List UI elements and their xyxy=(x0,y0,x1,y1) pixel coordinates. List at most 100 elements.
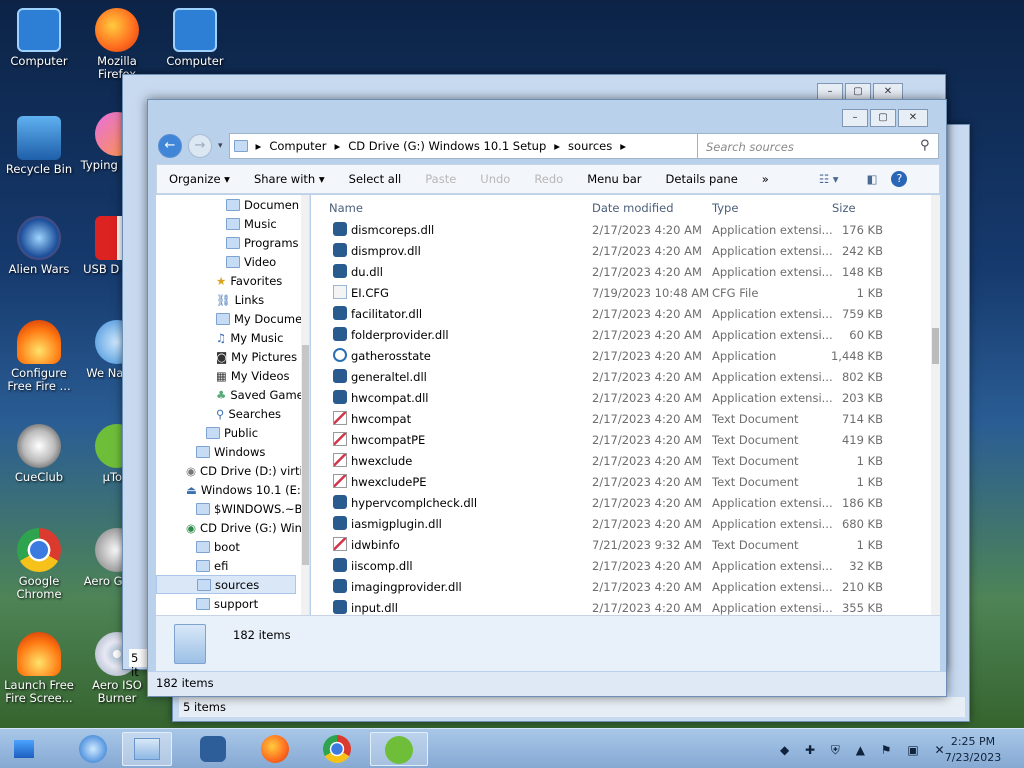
table-row[interactable]: hwcompatPE 2/17/2023 4:20 AM Text Document… xyxy=(311,429,923,450)
table-row[interactable]: EI.CFG 7/19/2023 10:48 AM CFG File 1 KB xyxy=(311,282,923,303)
table-row[interactable]: idwbinfo 7/21/2023 9:32 AM Text Document 1 … xyxy=(311,534,923,555)
table-row[interactable]: iiscomp.dll 2/17/2023 4:20 AM Application … xyxy=(311,555,923,576)
taskbar-chrome[interactable] xyxy=(312,732,362,766)
tray-icons[interactable]: ◆ ✚ ⛨ ▲ ⚑ ▣ ✕ xyxy=(780,743,951,758)
desktop-icon-firefox[interactable]: Mozilla Firefox xyxy=(78,8,156,81)
taskbar-file-explorer[interactable] xyxy=(122,732,172,766)
table-row[interactable]: hypervcomplcheck.dll 2/17/2023 4:20 AM App… xyxy=(311,492,923,513)
clock-date[interactable]: 7/23/2023 xyxy=(938,751,1008,764)
address-bar[interactable]: ▸ Computer ▸ CD Drive (G:) Windows 10.1 … xyxy=(228,133,750,159)
view-options-icon[interactable]: ☷ ▾ xyxy=(807,172,851,186)
search-input[interactable]: Search sources xyxy=(697,133,939,159)
tree-item-my-documents[interactable]: My Docume xyxy=(216,309,302,328)
breadcrumb-separator-icon[interactable]: ▸ xyxy=(620,139,626,153)
file-name: generaltel.dll xyxy=(351,370,427,384)
tree-scrollbar[interactable] xyxy=(301,195,309,615)
tree-item-my-videos[interactable]: ▦ My Videos xyxy=(216,366,289,385)
table-row[interactable]: dismcoreps.dll 2/17/2023 4:20 AM Applicati… xyxy=(311,219,923,240)
tree-item-windows-bt[interactable]: $WINDOWS.~B xyxy=(196,499,302,518)
table-row[interactable]: imagingprovider.dll 2/17/2023 4:20 AM Appl… xyxy=(311,576,923,597)
breadcrumb-cd-drive[interactable]: CD Drive (G:) Windows 10.1 Setup xyxy=(348,139,546,153)
file-list-scrollbar[interactable] xyxy=(931,195,940,615)
desktop-icon-cueclub[interactable]: CueClub xyxy=(0,424,78,484)
tree-item-saved-games[interactable]: ♣ Saved Game xyxy=(216,385,304,404)
table-row[interactable]: dismprov.dll 2/17/2023 4:20 AM Application… xyxy=(311,240,923,261)
paste-button[interactable]: Paste xyxy=(413,172,468,186)
column-date-modified[interactable]: Date modified xyxy=(592,201,674,215)
help-icon[interactable]: ? xyxy=(891,171,908,187)
desktop-icon-launch-free-fire[interactable]: Launch Free Fire Scree... xyxy=(0,632,78,705)
tree-item-cd-drive-g[interactable]: ◉ CD Drive (G:) Win xyxy=(186,518,302,537)
table-row[interactable]: hwexcludePE 2/17/2023 4:20 AM Text Documen… xyxy=(311,471,923,492)
details-pane-button[interactable]: Details pane xyxy=(654,172,750,186)
breadcrumb-separator-icon[interactable]: ▸ xyxy=(554,139,560,153)
redo-button[interactable]: Redo xyxy=(522,172,575,186)
tree-item-video[interactable]: Video xyxy=(226,252,276,271)
clock-time[interactable]: 2:25 PM xyxy=(938,735,1008,748)
explorer-window[interactable]: – ▢ ✕ ← → ▾ ▸ Computer ▸ CD Drive (G:) Win… xyxy=(147,99,947,697)
desktop-icon-configure-free-fire[interactable]: Configure Free Fire ... xyxy=(0,320,78,393)
table-row[interactable]: hwcompat 2/17/2023 4:20 AM Text Document 71… xyxy=(311,408,923,429)
table-row[interactable]: iasmigplugin.dll 2/17/2023 4:20 AM Applica… xyxy=(311,513,923,534)
more-commands-button[interactable]: » xyxy=(750,172,781,186)
tree-item-searches[interactable]: ⚲ Searches xyxy=(216,404,281,423)
organize-button[interactable]: Organize ▾ xyxy=(157,172,242,186)
navigation-tree[interactable]: Documen Music Programs Video ★ Favorites … xyxy=(156,195,310,615)
tree-item-links[interactable]: ⛓ Links xyxy=(216,290,264,309)
desktop-icon-alien-wars[interactable]: Alien Wars xyxy=(0,216,78,276)
column-size[interactable]: Size xyxy=(832,201,856,215)
close-icon[interactable]: ✕ xyxy=(898,109,928,127)
column-name[interactable]: Name xyxy=(329,201,363,215)
breadcrumb-separator-icon[interactable]: ▸ xyxy=(256,139,262,153)
maximize-button[interactable]: ▢ xyxy=(870,109,896,127)
taskbar-firefox[interactable] xyxy=(250,732,300,766)
taskbar-utorrent[interactable] xyxy=(370,732,428,766)
start-button[interactable] xyxy=(6,732,42,766)
tree-item-windows[interactable]: Windows xyxy=(196,442,265,461)
desktop-icon-recycle-bin[interactable]: Recycle Bin xyxy=(0,116,78,176)
tree-scrollbar-thumb[interactable] xyxy=(302,345,309,565)
desktop-icon-computer-2[interactable]: Computer xyxy=(156,8,234,68)
column-type[interactable]: Type xyxy=(712,201,738,215)
table-row[interactable]: folderprovider.dll 2/17/2023 4:20 AM Appli… xyxy=(311,324,923,345)
recent-pages-icon[interactable]: ▾ xyxy=(218,141,223,151)
table-row[interactable]: gatherosstate 2/17/2023 4:20 AM Applicatio… xyxy=(311,345,923,366)
taskbar-media-player[interactable] xyxy=(188,732,238,766)
select-all-button[interactable]: Select all xyxy=(337,172,414,186)
table-row[interactable]: hwcompat.dll 2/17/2023 4:20 AM Application… xyxy=(311,387,923,408)
tree-item-programs[interactable]: Programs xyxy=(226,233,299,252)
table-row[interactable]: hwexclude 2/17/2023 4:20 AM Text Document 1… xyxy=(311,450,923,471)
breadcrumb-computer[interactable]: Computer xyxy=(269,139,326,153)
tree-item-my-music[interactable]: ♫ My Music xyxy=(216,328,283,347)
tree-item-boot[interactable]: boot xyxy=(196,537,240,556)
search-icon[interactable]: ⚲ xyxy=(920,138,930,153)
undo-button[interactable]: Undo xyxy=(468,172,522,186)
back-button[interactable]: ← xyxy=(158,134,182,158)
tree-item-documents[interactable]: Documen xyxy=(226,195,299,214)
file-list[interactable]: Name Date modified Type Size dismcoreps.… xyxy=(311,195,940,615)
taskbar-internet-explorer[interactable] xyxy=(68,732,118,766)
forward-button[interactable]: → xyxy=(188,134,212,158)
tree-item-favorites[interactable]: ★ Favorites xyxy=(216,271,282,290)
minimize-button[interactable]: – xyxy=(842,109,868,127)
tree-item-cd-drive-d[interactable]: ◉ CD Drive (D:) virtio xyxy=(186,461,309,480)
desktop-icon-computer[interactable]: Computer xyxy=(0,8,78,68)
desktop-icon-google-chrome[interactable]: Google Chrome xyxy=(0,528,78,601)
tree-item-windows-e[interactable]: ⏏ Windows 10.1 (E:) xyxy=(186,480,305,499)
file-list-scrollbar-thumb[interactable] xyxy=(932,328,939,364)
share-with-button[interactable]: Share with ▾ xyxy=(242,172,337,186)
tree-item-support[interactable]: support xyxy=(196,594,258,613)
table-row[interactable]: generaltel.dll 2/17/2023 4:20 AM Applicati… xyxy=(311,366,923,387)
preview-pane-icon[interactable]: ◧ xyxy=(855,172,890,186)
tree-item-my-pictures[interactable]: ◙ My Pictures xyxy=(216,347,297,366)
breadcrumb-separator-icon[interactable]: ▸ xyxy=(334,139,340,153)
table-row[interactable]: facilitator.dll 2/17/2023 4:20 AM Applicat… xyxy=(311,303,923,324)
tree-item-public[interactable]: Public xyxy=(206,423,258,442)
breadcrumb-sources[interactable]: sources xyxy=(568,139,612,153)
tree-item-sources[interactable]: sources xyxy=(156,575,296,594)
table-row[interactable]: du.dll 2/17/2023 4:20 AM Application exten… xyxy=(311,261,923,282)
file-name: dismcoreps.dll xyxy=(351,223,435,237)
tree-item-music[interactable]: Music xyxy=(226,214,277,233)
menu-bar-button[interactable]: Menu bar xyxy=(575,172,653,186)
tree-item-efi[interactable]: efi xyxy=(196,556,228,575)
